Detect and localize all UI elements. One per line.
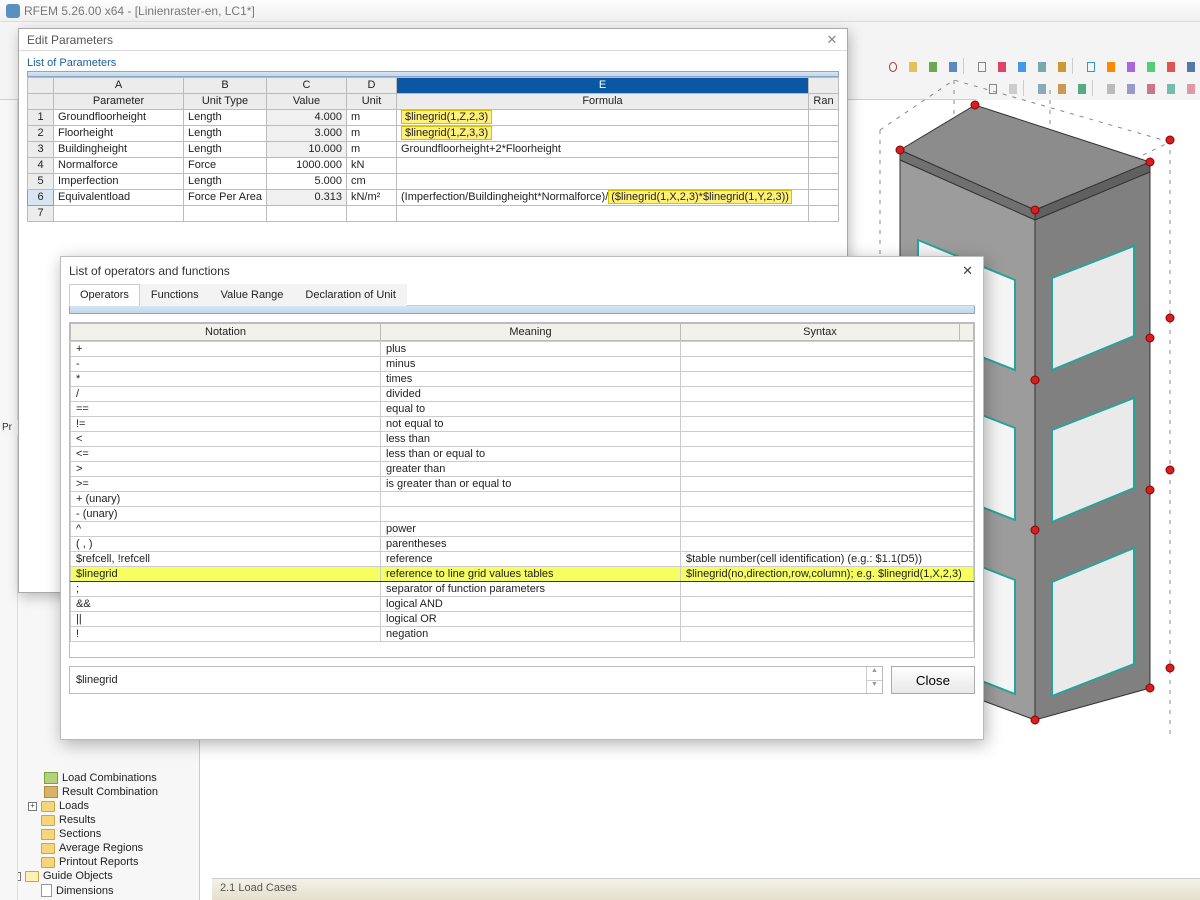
table-row[interactable]: <less than <box>71 432 974 447</box>
table-row[interactable]: - (unary) <box>71 507 974 522</box>
page-icon <box>41 884 52 897</box>
expand-icon[interactable]: + <box>28 802 37 811</box>
tool-icon[interactable] <box>880 58 898 76</box>
tree-item[interactable]: Printout Reports <box>2 855 197 869</box>
table-row[interactable]: !=not equal to <box>71 417 974 432</box>
table-row[interactable]: *times <box>71 372 974 387</box>
table-row[interactable]: 4 Normalforce Force 1000.000 kN <box>28 158 839 174</box>
tool-icon[interactable] <box>1029 80 1047 98</box>
tab-functions[interactable]: Functions <box>140 284 210 306</box>
tool-icon[interactable] <box>1178 80 1196 98</box>
selected-function-text: $linegrid <box>76 674 118 686</box>
table-row[interactable]: $linegridreference to line grid values t… <box>71 567 974 582</box>
toolbar-row-1 <box>876 56 1200 78</box>
resultcomb-icon <box>44 786 58 798</box>
app-icon <box>6 4 20 18</box>
tool-icon[interactable] <box>940 58 958 76</box>
folder-icon <box>25 871 39 882</box>
toolbar-row-2 <box>976 78 1200 100</box>
table-row[interactable]: ^power <box>71 522 974 537</box>
tab-decl-unit[interactable]: Declaration of Unit <box>294 284 407 306</box>
tool-icon[interactable] <box>1098 80 1116 98</box>
app-title: RFEM 5.26.00 x64 - [Linienraster-en, LC1… <box>24 4 255 18</box>
tree-item[interactable]: Sections <box>2 827 197 841</box>
selected-function-display[interactable]: $linegrid ▲ ▼ <box>69 666 883 694</box>
dialog-title: Edit Parameters <box>27 33 113 47</box>
table-row[interactable]: +plus <box>71 342 974 357</box>
tool-icon[interactable] <box>1049 80 1067 98</box>
dialog-titlebar[interactable]: Edit Parameters ✕ <box>19 29 847 51</box>
tool-icon[interactable] <box>1158 58 1176 76</box>
main-titlebar: RFEM 5.26.00 x64 - [Linienraster-en, LC1… <box>0 0 1200 22</box>
tree-item[interactable]: Load Combinations <box>2 771 197 785</box>
table-row[interactable]: /divided <box>71 387 974 402</box>
tool-icon[interactable] <box>1098 58 1116 76</box>
tool-icon[interactable] <box>1118 80 1136 98</box>
tool-icon[interactable] <box>989 58 1007 76</box>
tool-icon[interactable] <box>1078 58 1096 76</box>
tool-icon[interactable] <box>1000 80 1018 98</box>
operators-table[interactable]: Notation Meaning Syntax +plus-minus*time… <box>69 322 975 658</box>
table-row[interactable]: -minus <box>71 357 974 372</box>
close-icon[interactable]: ✕ <box>960 263 975 279</box>
operators-dialog: List of operators and functions ✕ Operat… <box>60 256 984 740</box>
table-row[interactable]: ( , )parentheses <box>71 537 974 552</box>
tool-icon[interactable] <box>920 58 938 76</box>
table-row[interactable]: + (unary) <box>71 492 974 507</box>
folder-icon <box>41 843 55 854</box>
ops-tabs: Operators Functions Value Range Declarat… <box>69 283 975 306</box>
viewport-caption: 2.1 Load Cases <box>212 878 1200 900</box>
table-row[interactable]: !negation <box>71 627 974 642</box>
spin-down-icon[interactable]: ▼ <box>867 680 882 694</box>
table-row[interactable]: ;separator of function parameters <box>71 582 974 597</box>
table-row[interactable]: ||logical OR <box>71 612 974 627</box>
close-button[interactable]: Close <box>891 666 975 694</box>
tool-icon[interactable] <box>1138 80 1156 98</box>
table-row[interactable]: 6 Equivalentload Force Per Area 0.313 kN… <box>28 190 839 206</box>
folder-icon <box>41 857 55 868</box>
tool-icon[interactable] <box>1029 58 1047 76</box>
tool-icon[interactable] <box>1069 80 1087 98</box>
loadcomb-icon <box>44 772 58 784</box>
tool-icon[interactable] <box>1178 58 1196 76</box>
tab-operators[interactable]: Operators <box>69 284 140 306</box>
table-row[interactable]: <=less than or equal to <box>71 447 974 462</box>
tree-item[interactable]: Dimensions <box>2 883 197 898</box>
tree-item[interactable]: +Loads <box>2 799 197 813</box>
tool-icon[interactable] <box>1138 58 1156 76</box>
section-title: List of Parameters <box>27 57 839 69</box>
table-row[interactable]: &&logical AND <box>71 597 974 612</box>
folder-icon <box>41 815 55 826</box>
tool-icon[interactable] <box>1009 58 1027 76</box>
tool-icon[interactable] <box>1118 58 1136 76</box>
tree-item[interactable]: −Guide Objects <box>2 869 197 883</box>
parameters-table[interactable]: A B C D E Parameter Unit Type Value Unit… <box>27 77 839 222</box>
table-row[interactable]: 3 Buildingheight Length 10.000 m Groundf… <box>28 142 839 158</box>
table-row[interactable]: 2 Floorheight Length 3.000 m $linegrid(1… <box>28 126 839 142</box>
tree-item[interactable]: Average Regions <box>2 841 197 855</box>
table-row[interactable]: >=is greater than or equal to <box>71 477 974 492</box>
table-row[interactable]: 1 Groundfloorheight Length 4.000 m $line… <box>28 110 839 126</box>
tool-icon[interactable] <box>980 80 998 98</box>
tool-icon[interactable] <box>900 58 918 76</box>
ops-dialog-title: List of operators and functions <box>69 264 230 278</box>
folder-icon <box>41 829 55 840</box>
tool-icon[interactable] <box>969 58 987 76</box>
table-row[interactable]: ==equal to <box>71 402 974 417</box>
tree-item[interactable]: Result Combination <box>2 785 197 799</box>
tree-item[interactable]: Results <box>2 813 197 827</box>
folder-icon <box>41 801 55 812</box>
close-icon[interactable]: ✕ <box>823 31 841 49</box>
left-label: Pr <box>2 422 12 433</box>
tab-value-range[interactable]: Value Range <box>210 284 295 306</box>
table-row[interactable]: >greater than <box>71 462 974 477</box>
table-row[interactable]: $refcell, !refcellreference$table number… <box>71 552 974 567</box>
spin-up-icon[interactable]: ▲ <box>867 667 882 680</box>
tool-icon[interactable] <box>1049 58 1067 76</box>
table-row[interactable]: 7 <box>28 206 839 222</box>
tool-icon[interactable] <box>1158 80 1176 98</box>
table-row[interactable]: 5 Imperfection Length 5.000 cm <box>28 174 839 190</box>
